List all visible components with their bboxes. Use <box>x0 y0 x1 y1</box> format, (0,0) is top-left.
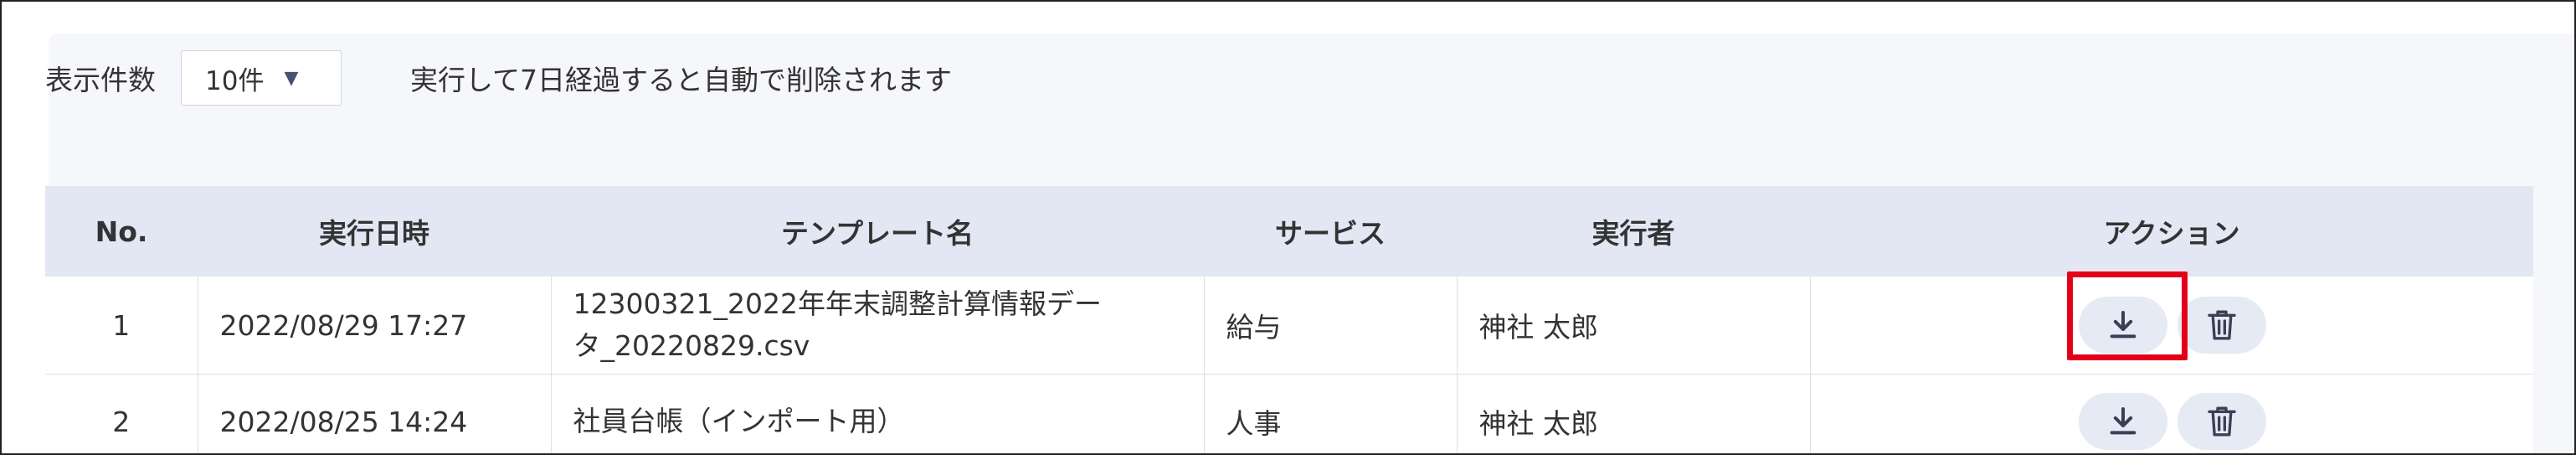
header-datetime: 実行日時 <box>198 186 551 277</box>
download-icon <box>2110 311 2136 339</box>
auto-delete-notice: 実行して7日経過すると自動で削除されます <box>410 64 953 96</box>
header-no: No. <box>45 186 198 277</box>
cell-actions <box>1809 374 2533 453</box>
cell-template-name: 社員台帳（インポート用） <box>550 374 1204 453</box>
header-actions: アクション <box>1810 186 2533 277</box>
toolbar: 表示件数 10件 ▼ 実行して7日経過すると自動で削除されます <box>45 49 952 107</box>
download-button[interactable] <box>2078 393 2167 450</box>
cell-executor: 神社 太郎 <box>1456 374 1810 453</box>
cell-no: 2 <box>45 374 198 453</box>
header-service: サービス <box>1204 186 1457 277</box>
trash-icon <box>2207 310 2236 340</box>
cell-no: 1 <box>45 277 198 375</box>
template-name-line: 12300321_2022年年末調整計算情報デー <box>573 287 1102 320</box>
delete-button[interactable] <box>2177 297 2266 354</box>
trash-icon <box>2207 406 2236 437</box>
per-page-label: 表示件数 <box>45 64 156 96</box>
cell-service: 人事 <box>1203 374 1457 453</box>
table-row: 2 2022/08/25 14:24 社員台帳（インポート用） 人事 神社 太郎 <box>45 374 2533 453</box>
cell-template-name: 12300321_2022年年末調整計算情報デー タ_20220829.csv <box>550 277 1204 375</box>
cell-executor: 神社 太郎 <box>1456 277 1810 375</box>
action-buttons <box>2078 297 2512 354</box>
download-icon <box>2110 407 2136 435</box>
template-name-line: 社員台帳（インポート用） <box>573 405 905 437</box>
download-button[interactable] <box>2078 297 2167 354</box>
screenshot-frame: 表示件数 10件 ▼ 実行して7日経過すると自動で削除されます No. 実行日時… <box>0 0 2576 455</box>
caret-down-icon: ▼ <box>284 67 299 89</box>
action-buttons <box>2078 393 2512 450</box>
header-executor: 実行者 <box>1457 186 1810 277</box>
per-page-select[interactable]: 10件 ▼ <box>181 50 342 106</box>
table-row: 1 2022/08/29 17:27 12300321_2022年年末調整計算情… <box>45 277 2533 375</box>
cell-datetime: 2022/08/29 17:27 <box>197 277 551 375</box>
cell-datetime: 2022/08/25 14:24 <box>197 374 551 453</box>
table-header-row: No. 実行日時 テンプレート名 サービス 実行者 アクション <box>45 186 2533 277</box>
history-table: No. 実行日時 テンプレート名 サービス 実行者 アクション 1 2022/0… <box>45 186 2533 453</box>
header-template-name: テンプレート名 <box>551 186 1204 277</box>
per-page-value: 10件 <box>205 65 265 96</box>
cell-service: 給与 <box>1203 277 1457 375</box>
delete-button[interactable] <box>2177 393 2266 450</box>
template-name-line: タ_20220829.csv <box>573 329 810 362</box>
cell-actions <box>1809 277 2533 375</box>
